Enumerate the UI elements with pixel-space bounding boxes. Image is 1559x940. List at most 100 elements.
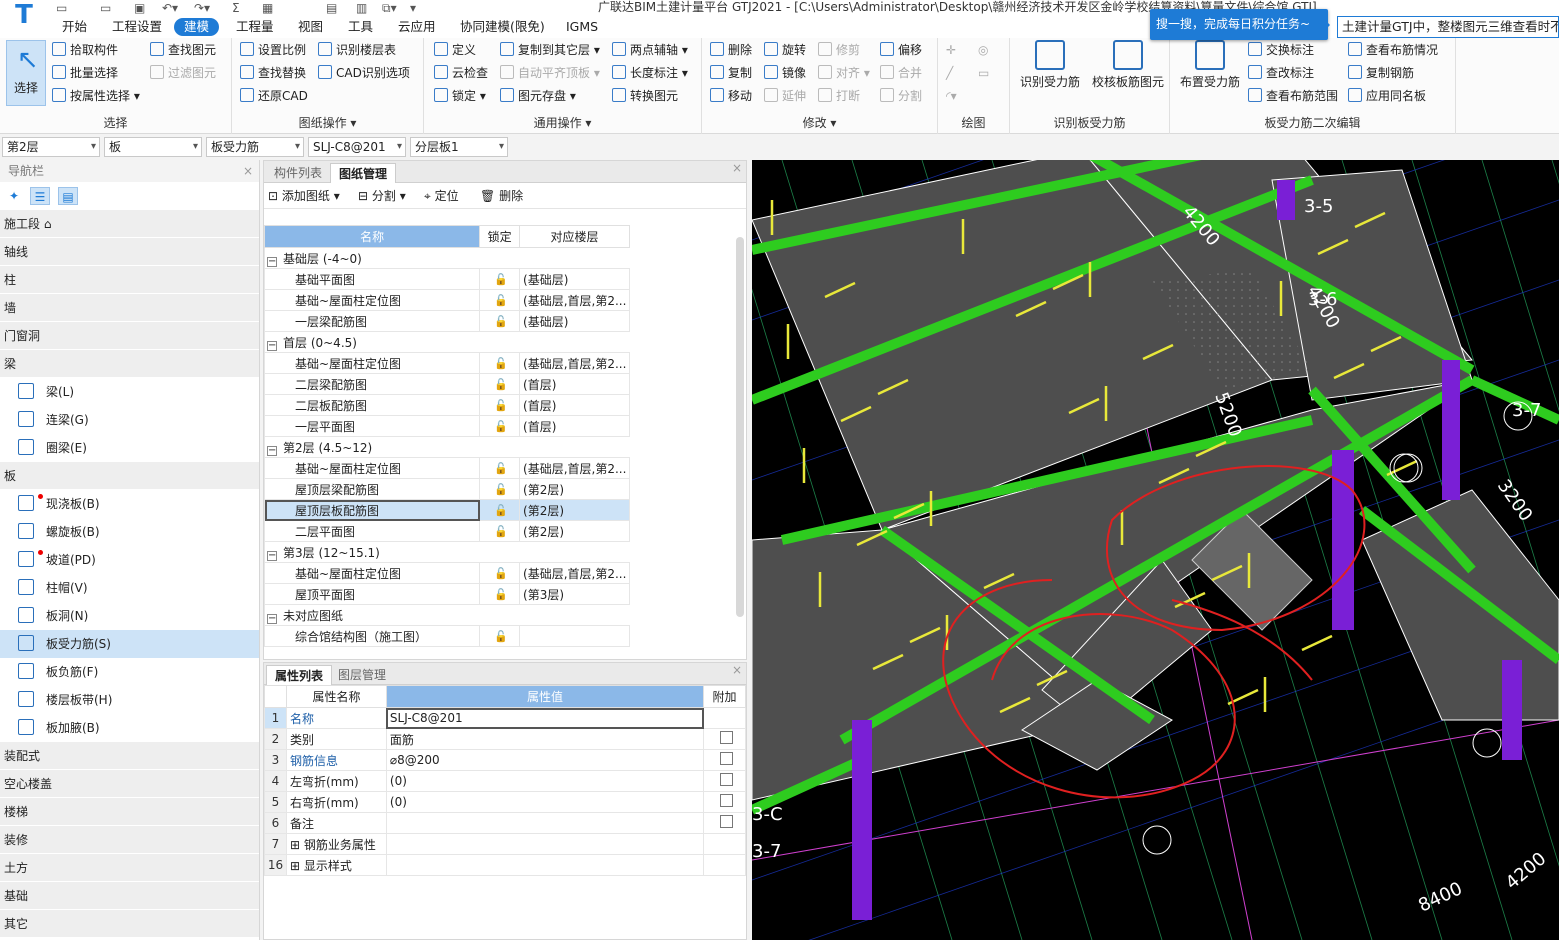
redo-icon[interactable]: ↷▾ [194, 1, 210, 15]
draw-circle-icon[interactable]: ◎ [978, 40, 988, 60]
nav-category[interactable]: 空心楼盖 [0, 770, 259, 798]
nav-category[interactable]: 梁 [0, 350, 259, 378]
unlock-icon[interactable]: 🔓 [479, 373, 521, 395]
draw-arc-icon[interactable]: ◜▾ [946, 86, 957, 106]
new-icon[interactable]: ▭ [100, 1, 111, 15]
unlock-icon[interactable]: 🔓 [479, 268, 521, 290]
view-rebar-range-button[interactable]: 查看布筋范围 [1248, 86, 1338, 106]
close-icon[interactable]: × [243, 160, 253, 182]
property-row[interactable]: 2 类别 面筋 [264, 728, 746, 750]
save-element-button[interactable]: 图元存盘 ▾ [500, 86, 576, 106]
swap-annotation-button[interactable]: 交换标注 [1248, 40, 1314, 60]
drawing-row[interactable]: 基础~屋面柱定位图 🔓 (基础层,首层,第2... [264, 457, 630, 479]
drawing-name[interactable]: 屋顶平面图 [264, 583, 481, 605]
property-row[interactable]: 3 钢筋信息 ⌀8@200 [264, 749, 746, 771]
drawing-name[interactable]: 基础~屋面柱定位图 [264, 457, 481, 479]
two-point-axis-button[interactable]: 两点辅轴 ▾ [612, 40, 688, 60]
tab-modeling[interactable]: 建模 [174, 18, 220, 36]
floor-select[interactable]: 第2层 [2, 137, 100, 157]
mirror-button[interactable]: 镜像 [764, 63, 806, 83]
tab-quantities[interactable]: 工程量 [226, 18, 284, 36]
unlock-icon[interactable]: 🔓 [479, 352, 521, 374]
tab-collab[interactable]: 协同建模(限免) [450, 18, 555, 36]
select-button[interactable]: ↖ 选择 [6, 40, 46, 106]
tab-start[interactable]: 开始 [52, 18, 97, 36]
trim-button[interactable]: 修剪 [818, 40, 860, 60]
sum-icon[interactable]: Σ [232, 1, 240, 15]
type-select[interactable]: 板受力筋 [206, 137, 304, 157]
property-row[interactable]: 5 右弯折(mm) (0) [264, 791, 746, 813]
drawing-name[interactable]: 屋顶层板配筋图 [264, 499, 481, 521]
nav-category[interactable]: 墙 [0, 294, 259, 322]
property-row[interactable]: 4 左弯折(mm) (0) [264, 770, 746, 792]
drawing-name[interactable]: 二层平面图 [264, 520, 481, 542]
cad-options-button[interactable]: CAD识别选项 [318, 63, 410, 83]
drawing-row[interactable]: 屋顶层板配筋图 🔓 (第2层) [264, 499, 630, 521]
search-tip-popup[interactable]: 搜一搜，完成每日积分任务~ [1150, 9, 1330, 40]
drawing-row[interactable]: 基础~屋面柱定位图 🔓 (基础层,首层,第2... [264, 289, 630, 311]
more-icon[interactable]: ▾ [410, 1, 416, 15]
draw-point-icon[interactable]: ✛ [946, 40, 956, 60]
extra-checkbox[interactable] [719, 815, 733, 828]
drawing-name[interactable]: 二层梁配筋图 [264, 373, 481, 395]
undo-icon[interactable]: ↶▾ [162, 1, 178, 15]
pin-icon[interactable]: ✦ [4, 187, 24, 205]
nav-item[interactable]: 板加腋(B) [0, 714, 259, 742]
property-value[interactable]: (0) [385, 791, 705, 813]
define-button[interactable]: 定义 [434, 40, 476, 60]
collapse-icon[interactable]: − [267, 445, 277, 456]
view-rebar-status-button[interactable]: 查看布筋情况 [1348, 40, 1438, 60]
recognize-floor-table-button[interactable]: 识别楼层表 [318, 40, 396, 60]
tab-drawing-management[interactable]: 图纸管理 [330, 163, 397, 183]
draw-line-icon[interactable]: ╱ [946, 63, 953, 83]
convert-element-button[interactable]: 转换图元 [612, 86, 678, 106]
nav-item[interactable]: 板负筋(F) [0, 658, 259, 686]
extra-checkbox[interactable] [719, 752, 733, 765]
split-button[interactable]: 分割 [880, 86, 922, 106]
nav-category[interactable]: 门窗洞 [0, 322, 259, 350]
drawing-row[interactable]: 基础~屋面柱定位图 🔓 (基础层,首层,第2... [264, 352, 630, 374]
drawing-row[interactable]: 综合馆结构图（施工图） 🔓 [264, 625, 630, 647]
nav-item[interactable]: 板洞(N) [0, 602, 259, 630]
collapse-icon[interactable]: − [267, 256, 277, 267]
3d-model-canvas[interactable]: 3-542003-642005200 3-732003-C3-784004200 [752, 160, 1559, 940]
save-icon[interactable]: ▣ [134, 1, 145, 15]
unlock-icon[interactable]: 🔓 [479, 562, 521, 584]
nav-category[interactable]: 轴线 [0, 238, 259, 266]
length-dimension-button[interactable]: 长度标注 ▾ [612, 63, 688, 83]
filter-element-button[interactable]: 过滤图元 [150, 63, 216, 83]
tab-tools[interactable]: 工具 [338, 18, 383, 36]
draw-rect-icon[interactable]: ▭ [978, 63, 989, 83]
break-button[interactable]: 打断 [818, 86, 860, 106]
pick-component-button[interactable]: 拾取构件 [52, 40, 118, 60]
set-scale-button[interactable]: 设置比例 [240, 40, 306, 60]
cloud-check-button[interactable]: 云检查 [434, 63, 488, 83]
property-value[interactable]: ⌀8@200 [385, 749, 705, 771]
property-value[interactable] [385, 812, 705, 834]
unlock-icon[interactable]: 🔓 [479, 457, 521, 479]
edit-annotation-button[interactable]: 查改标注 [1248, 63, 1314, 83]
drawing-row[interactable]: 一层平面图 🔓 (首层) [264, 415, 630, 437]
unlock-icon[interactable]: 🔓 [479, 499, 521, 521]
nav-category[interactable]: 基础 [0, 882, 259, 910]
drawing-name[interactable]: 基础~屋面柱定位图 [264, 352, 481, 374]
auto-align-slab-button[interactable]: 自动平齐顶板 ▾ [500, 63, 600, 83]
drawing-group-row[interactable]: − 第3层 (12~15.1) [264, 541, 630, 563]
drawing-name[interactable]: 基础~屋面柱定位图 [264, 289, 481, 311]
extend-button[interactable]: 延伸 [764, 86, 806, 106]
nav-category[interactable]: 土方 [0, 854, 259, 882]
drawing-row[interactable]: 二层板配筋图 🔓 (首层) [264, 394, 630, 416]
property-row[interactable]: 6 备注 [264, 812, 746, 834]
unlock-icon[interactable]: 🔓 [479, 520, 521, 542]
tab-igms[interactable]: IGMS [556, 18, 608, 36]
extra-checkbox[interactable] [719, 731, 733, 744]
nav-item[interactable]: 坡道(PD) [0, 546, 259, 574]
move-button[interactable]: 移动 [710, 86, 752, 106]
nav-category[interactable]: 施工段 ⌂ [0, 210, 259, 238]
3d-viewport[interactable]: 3-5 4200 3-6 4200 5200 3-7 3200 3-C 3-7 8400 4200 [752, 160, 1559, 940]
offset-button[interactable]: 偏移 [880, 40, 922, 60]
unlock-icon[interactable]: 🔓 [479, 625, 521, 647]
property-value[interactable] [385, 833, 705, 855]
find-replace-button[interactable]: 查找替换 [240, 63, 306, 83]
drawing-name[interactable]: 二层板配筋图 [264, 394, 481, 416]
